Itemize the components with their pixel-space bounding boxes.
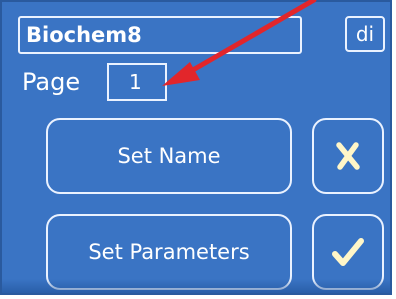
device-screen: Biochem8 di Page 1 Set Name Set Paramete… [0,0,392,295]
page-number-field[interactable]: 1 [107,63,167,101]
page-label: Page [22,68,81,96]
confirm-button[interactable] [312,214,384,290]
set-name-button[interactable]: Set Name [46,118,292,194]
set-parameters-button[interactable]: Set Parameters [46,214,292,290]
cancel-button[interactable] [312,118,384,194]
di-button[interactable]: di [345,16,385,52]
checkmark-icon [332,238,364,266]
x-mark-icon [336,142,360,170]
name-field[interactable]: Biochem8 [18,16,302,54]
